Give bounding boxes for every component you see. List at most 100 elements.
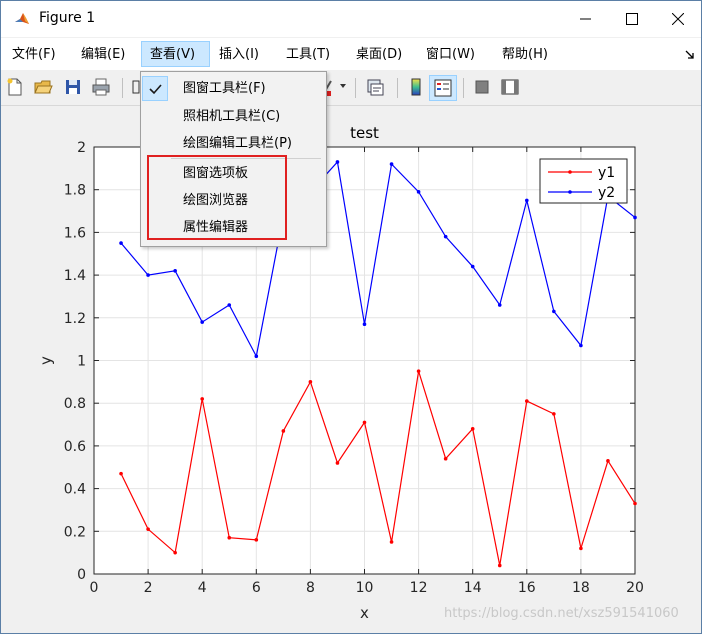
red-highlight-box — [147, 155, 287, 240]
y-tick-label: 2 — [77, 140, 86, 156]
menu-item-label: 照相机工具栏(C) — [183, 109, 281, 124]
data-point-y1 — [443, 456, 448, 461]
legend-icon — [434, 79, 452, 97]
menu-item-figure-toolbar[interactable]: 图窗工具栏(F) — [141, 75, 326, 102]
hide-plot-tools-icon[interactable] — [472, 77, 492, 97]
save-icon[interactable] — [63, 77, 83, 97]
legend-label-y2: y2 — [598, 185, 615, 201]
data-point-y2 — [416, 190, 421, 194]
data-point-y1 — [525, 399, 529, 403]
menu-file[interactable]: 文件(F) — [12, 43, 56, 67]
menu-bar: 文件(F) 编辑(E) 查看(V) 插入(I) 工具(T) 桌面(D) 窗口(W… — [1, 38, 701, 70]
data-point-y1 — [633, 501, 637, 506]
data-point-y2 — [443, 234, 448, 239]
menu-edit[interactable]: 编辑(E) — [81, 43, 125, 67]
menu-item-label: 图窗工具栏(F) — [183, 81, 266, 96]
menu-item-label: 绘图编辑工具栏(P) — [183, 136, 292, 151]
data-point-y1 — [227, 535, 232, 540]
data-point-y2 — [362, 322, 367, 327]
y-tick-label: 1.4 — [64, 268, 86, 284]
close-button[interactable] — [655, 1, 701, 37]
menu-insert[interactable]: 插入(I) — [219, 43, 259, 67]
data-point-y1 — [497, 563, 502, 568]
minimize-icon — [580, 18, 591, 20]
legend-label-y1: y1 — [598, 165, 615, 181]
legend-toggle-button[interactable] — [429, 75, 457, 101]
plot-axes[interactable]: 0 2 4 6 8 10 12 14 16 18 20 0 0.2 0.4 0.6 0.8 1 1.2 1.4 1.6… — [1, 106, 701, 633]
watermark: https://blog.csdn.net/xsz591541060 — [444, 606, 679, 621]
colorbar-icon[interactable] — [406, 77, 426, 97]
toolbar-separator — [122, 78, 123, 98]
menu-help[interactable]: 帮助(H) — [502, 43, 548, 67]
data-point-y2 — [119, 241, 123, 245]
data-point-y1 — [362, 420, 367, 425]
y-tick-label: 1.8 — [64, 183, 86, 199]
x-tick-label: 10 — [356, 580, 374, 596]
menu-desktop[interactable]: 桌面(D) — [356, 43, 402, 67]
new-figure-icon[interactable] — [5, 77, 25, 97]
y-tick-label: 0.4 — [64, 482, 86, 498]
x-tick-label: 0 — [90, 580, 99, 596]
menu-tools[interactable]: 工具(T) — [286, 43, 330, 67]
x-axis-label: x — [360, 604, 369, 622]
minimize-button[interactable] — [563, 1, 609, 37]
dropdown-arrow-icon[interactable] — [340, 84, 347, 90]
data-point-y2 — [525, 198, 529, 203]
data-point-y2 — [173, 269, 177, 273]
menu-item-plot-edit-toolbar[interactable]: 绘图编辑工具栏(P) — [141, 130, 326, 157]
y-tick-label: 0.8 — [64, 396, 86, 412]
matlab-logo-icon — [13, 10, 31, 28]
y-tick-label: 1 — [77, 354, 86, 370]
toolbar-separator — [355, 78, 356, 98]
data-point-y2 — [335, 160, 340, 164]
menu-item-camera-toolbar[interactable]: 照相机工具栏(C) — [141, 103, 326, 130]
y-tick-label: 0.6 — [64, 439, 86, 455]
data-point-y1 — [416, 369, 421, 373]
data-point-y1 — [470, 427, 475, 431]
y-tick-label: 0 — [77, 567, 86, 583]
legend-marker-y2 — [568, 190, 572, 194]
data-point-y1 — [254, 538, 259, 542]
y-tick-label: 1.6 — [64, 225, 86, 241]
title-bar: Figure 1 — [1, 1, 701, 37]
show-plot-tools-icon[interactable] — [500, 77, 520, 97]
maximize-button[interactable] — [609, 1, 655, 37]
data-point-y2 — [470, 264, 475, 269]
x-tick-label: 16 — [518, 580, 536, 596]
data-point-y2 — [633, 215, 637, 220]
x-tick-label: 2 — [144, 580, 153, 596]
data-point-y1 — [579, 546, 583, 551]
menu-window[interactable]: 窗口(W) — [426, 43, 475, 67]
data-point-y2 — [254, 354, 259, 359]
x-tick-label: 8 — [306, 580, 315, 596]
window-title: Figure 1 — [39, 10, 96, 26]
legend-marker-y1 — [568, 170, 572, 174]
data-point-y2 — [146, 273, 150, 277]
print-icon[interactable] — [91, 77, 111, 97]
data-point-y2 — [227, 303, 232, 307]
maximize-icon — [626, 13, 638, 25]
data-point-y1 — [606, 459, 610, 463]
x-tick-label: 4 — [198, 580, 207, 596]
data-point-y1 — [552, 412, 556, 416]
x-tick-label: 6 — [252, 580, 261, 596]
data-point-y2 — [497, 303, 502, 307]
data-point-y1 — [281, 429, 286, 433]
data-point-y2 — [389, 162, 394, 166]
data-point-y2 — [552, 309, 556, 314]
figure-canvas: 0 2 4 6 8 10 12 14 16 18 20 0 0.2 0.4 0.6 0.8 1 1.2 1.4 1.6… — [1, 106, 701, 633]
link-plot-icon[interactable] — [365, 77, 385, 97]
toolbar-separator — [397, 78, 398, 98]
toolbar-separator — [463, 78, 464, 98]
data-point-y1 — [146, 527, 150, 531]
data-point-y2 — [200, 320, 204, 324]
data-point-y1 — [335, 461, 340, 465]
close-icon — [672, 13, 684, 25]
open-file-icon[interactable] — [33, 77, 53, 97]
dock-arrow-icon[interactable] — [685, 50, 694, 59]
x-tick-label: 20 — [626, 580, 644, 596]
checkmark-box — [142, 76, 168, 101]
x-tick-label: 14 — [464, 580, 482, 596]
data-point-y1 — [389, 540, 394, 544]
menu-view[interactable]: 查看(V) — [141, 41, 210, 67]
